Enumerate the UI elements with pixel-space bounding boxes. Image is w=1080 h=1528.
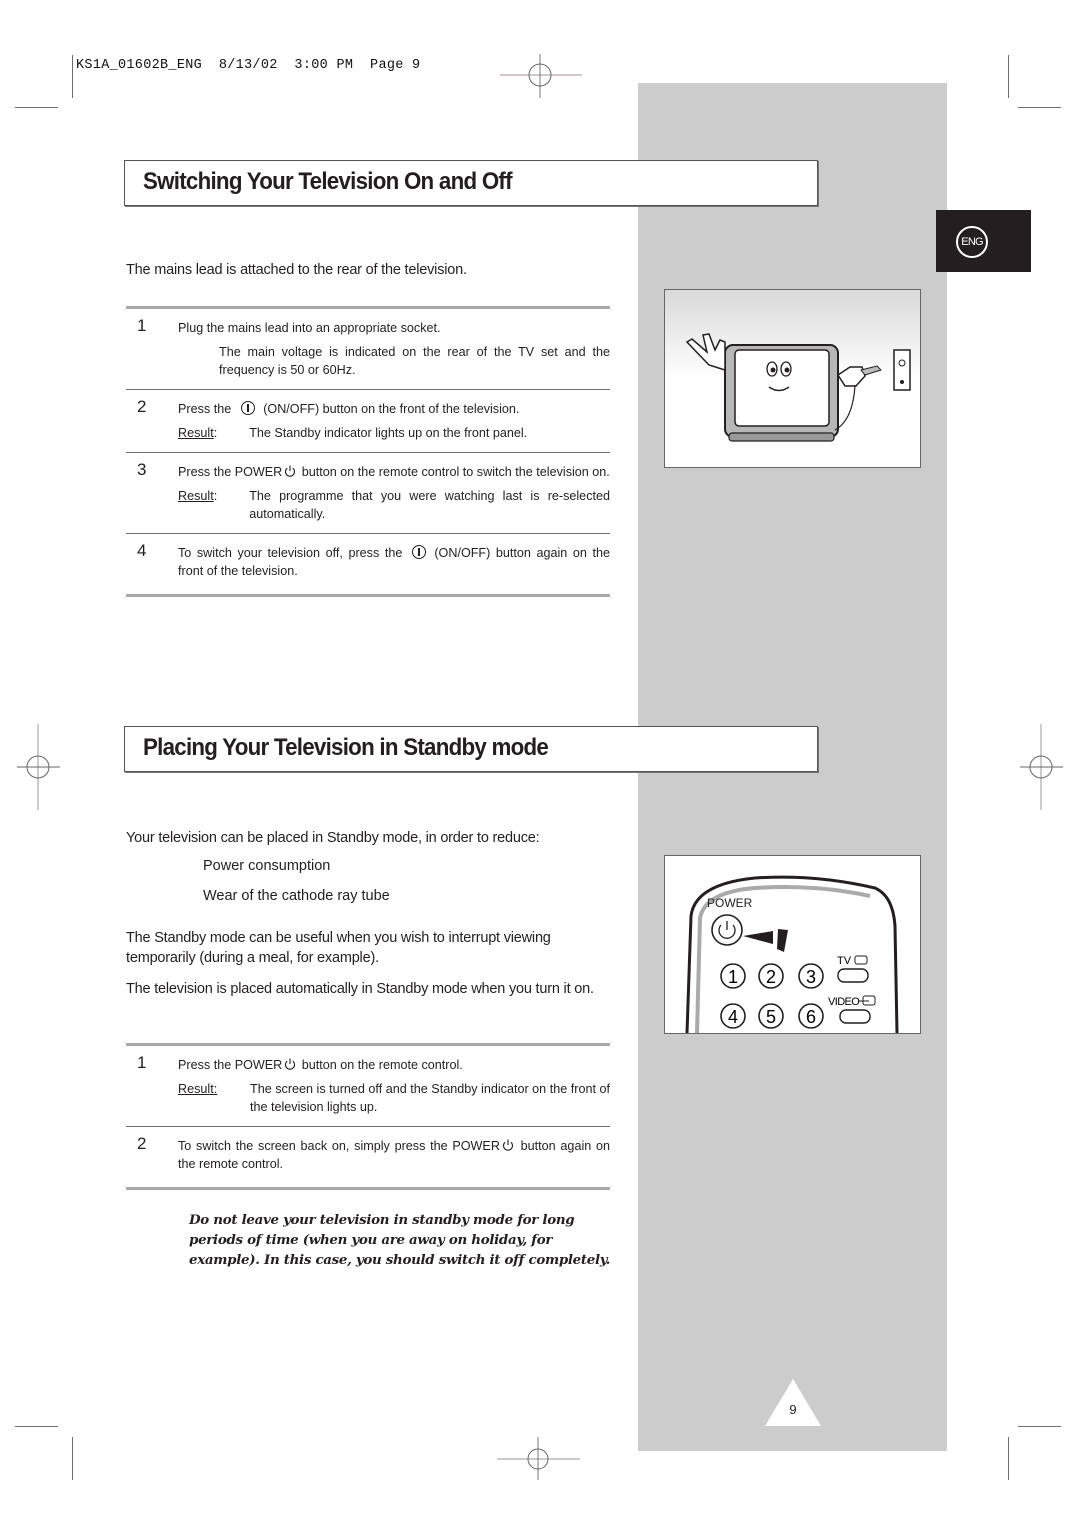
step-item: 2 To switch the screen back on, simply p… [126, 1127, 610, 1183]
key-5: 5 [766, 1007, 776, 1027]
step-number: 1 [137, 1053, 147, 1072]
warning-note: Do not leave your television in standby … [189, 1212, 611, 1268]
section-heading-switching: Switching Your Television On and Off [124, 160, 818, 206]
step-result: Result: The programme that you were watch… [178, 487, 610, 523]
step-result: Result: The screen is turned off and the … [178, 1080, 610, 1116]
step-item: 1 Plug the mains lead into an appropriat… [126, 309, 610, 389]
step-text-part: Press the POWER [178, 1058, 283, 1072]
crop-mark [1018, 107, 1061, 108]
key-2: 2 [766, 967, 776, 987]
step-number: 2 [137, 397, 147, 416]
step-note: The main voltage is indicated on the rea… [219, 345, 610, 377]
crop-mark [15, 107, 58, 108]
print-slug: KS1A_01602B_ENG 8/13/02 3:00 PM Page 9 [76, 58, 421, 73]
key-3: 3 [806, 967, 816, 987]
step-item: 3 Press the POWER button on the remote c… [126, 453, 610, 533]
list-item: Wear of the cathode ray tube [203, 888, 390, 904]
divider [126, 594, 610, 597]
remote-control-illustration: POWER 1 2 3 4 5 6 TV VIDEO [664, 855, 921, 1034]
key-1: 1 [728, 967, 738, 987]
section-intro: The mains lead is attached to the rear o… [126, 262, 467, 278]
remote-control-image: POWER 1 2 3 4 5 6 TV VIDEO [685, 875, 899, 1034]
result-label: Result [178, 489, 214, 503]
step-text-part: Press the POWER [178, 465, 283, 479]
step-number: 1 [137, 316, 147, 335]
step-text: To switch the screen back on, simply pre… [178, 1137, 610, 1173]
on-off-icon [241, 401, 256, 415]
step-text-part: button on the remote control. [298, 1058, 463, 1072]
list-item: Power consumption [203, 858, 331, 874]
power-icon [502, 1139, 513, 1151]
on-off-icon [412, 545, 427, 559]
page-number: 9 [789, 1402, 797, 1417]
remote-tv-label: TV [837, 955, 852, 967]
remote-video-label: VIDEO [828, 996, 860, 1008]
steps-list-standby: 1 Press the POWER button on the remote c… [126, 1043, 610, 1190]
steps-list-switching: 1 Plug the mains lead into an appropriat… [126, 306, 610, 597]
crop-mark [1008, 55, 1009, 98]
section-title: Switching Your Television On and Off [143, 168, 513, 195]
registration-mark-top [500, 54, 582, 98]
crop-mark [1008, 1437, 1009, 1480]
step-number: 3 [137, 460, 147, 479]
tv-character-image [665, 290, 920, 467]
remote-tv-button [837, 968, 869, 983]
result-text: The screen is turned off and the Standby… [250, 1082, 610, 1114]
result-text: The programme that you were watching las… [249, 489, 610, 521]
step-result: Result: The Standby indicator lights up o… [178, 424, 610, 442]
remote-video-button [839, 1009, 871, 1024]
step-text-part: button on the remote control to switch t… [298, 465, 610, 479]
divider [126, 1187, 610, 1190]
step-text: Press the POWER button on the remote con… [178, 1056, 610, 1074]
section-title: Placing Your Television in Standby mode [143, 734, 549, 761]
remote-power-label: POWER [707, 896, 753, 910]
step-text: Plug the mains lead into an appropriate … [178, 321, 441, 335]
step-text: Press the POWER button on the remote con… [178, 463, 610, 481]
language-tab: ENG [936, 210, 1031, 272]
section-heading-standby: Placing Your Television in Standby mode [124, 726, 818, 772]
crop-mark [72, 1437, 73, 1480]
paragraph: The television is placed automatically i… [126, 981, 594, 997]
power-icon [285, 1058, 296, 1070]
registration-mark-bottom [497, 1437, 580, 1480]
tv-plug-illustration [664, 289, 921, 468]
language-badge: ENG [956, 226, 988, 258]
crop-mark [72, 55, 73, 98]
power-icon [285, 465, 296, 477]
registration-mark-left [17, 724, 60, 810]
step-text-part: (ON/OFF) button on the front of the tele… [263, 402, 520, 416]
result-label: Result [178, 426, 214, 440]
step-text: Press the (ON/OFF) button on the front of… [178, 400, 610, 418]
crop-mark [15, 1426, 58, 1427]
step-text-part: Press the [178, 402, 232, 416]
registration-mark-right [1020, 724, 1063, 810]
step-item: 2 Press the (ON/OFF) button on the front … [126, 390, 610, 452]
step-text: To switch your television off, press the… [178, 544, 610, 580]
section-intro: Your television can be placed in Standby… [126, 830, 540, 846]
step-number: 4 [137, 541, 147, 560]
step-item: 4 To switch your television off, press t… [126, 534, 610, 590]
key-4: 4 [728, 1007, 738, 1027]
result-text: The Standby indicator lights up on the f… [249, 426, 528, 440]
step-text-part: To switch your television off, press the [178, 546, 403, 560]
step-text-part: To switch the screen back on, simply pre… [178, 1139, 500, 1153]
step-item: 1 Press the POWER button on the remote c… [126, 1046, 610, 1126]
paragraph: The Standby mode can be useful when you … [126, 930, 551, 966]
result-label: Result: [178, 1082, 218, 1096]
step-number: 2 [137, 1134, 147, 1153]
key-6: 6 [806, 1007, 816, 1027]
crop-mark [1018, 1426, 1061, 1427]
